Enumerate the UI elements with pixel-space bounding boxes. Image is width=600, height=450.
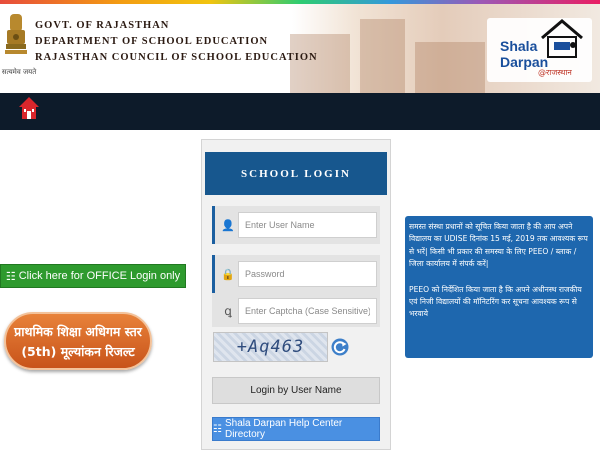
result-line-2: (5th) मूल्यांकन रिजल्ट — [21, 344, 135, 359]
nav-bar — [0, 93, 600, 130]
captcha-input[interactable] — [239, 299, 376, 323]
captcha-field[interactable] — [238, 298, 377, 324]
header-council-line: RAJASTHAN COUNCIL OF SCHOOL EDUCATION — [35, 52, 318, 63]
list-icon: ☷ — [213, 423, 222, 435]
refresh-icon[interactable] — [331, 338, 349, 356]
login-title: SCHOOL LOGIN — [205, 152, 387, 195]
password-accent — [212, 255, 215, 293]
captcha-image: +Aq463 — [213, 332, 328, 362]
lock-icon: 🔒 — [221, 268, 235, 281]
help-center-label: Shala Darpan Help Center Directory — [224, 418, 343, 440]
emblem-caption: सत्यमेव जयते — [1, 68, 37, 76]
password-field[interactable] — [238, 261, 377, 287]
logo-text-sub: @राजस्थान — [538, 68, 572, 77]
list-icon: ☷ — [5, 270, 16, 283]
notice-box: समस्त संस्था प्रधानों को सूचित किया जाता… — [405, 216, 593, 358]
notice-paragraph-udise: समस्त संस्था प्रधानों को सूचित किया जाता… — [409, 222, 588, 269]
login-button[interactable]: Login by User Name — [212, 377, 380, 404]
user-icon: 👤 — [221, 219, 235, 232]
captcha-icon: ꝗ — [224, 304, 232, 318]
username-field[interactable] — [238, 212, 377, 238]
header-department-line: DEPARTMENT OF SCHOOL EDUCATION — [35, 36, 269, 47]
result-line-1: प्राथमिक शिक्षा अधिगम स्तर — [14, 324, 142, 339]
site-header: सत्यमेव जयते GOVT. OF RAJASTHAN DEPARTME… — [0, 4, 600, 93]
username-accent — [212, 206, 215, 244]
house-logo-icon — [541, 19, 583, 58]
office-login-button[interactable]: ☷ Click here for OFFICE Login only — [0, 264, 186, 288]
home-icon[interactable] — [18, 96, 40, 120]
help-center-button[interactable]: ☷ Shala Darpan Help Center Directory — [212, 417, 380, 441]
result-5th-button[interactable]: प्राथमिक शिक्षा अधिगम स्तर (5th) मूल्यां… — [4, 312, 152, 370]
office-login-label: Click here for OFFICE Login only — [18, 270, 181, 282]
username-input[interactable] — [239, 213, 376, 237]
notice-paragraph-peeo: PEEO को निर्देशित किया जाता है कि अपने अ… — [409, 284, 582, 319]
header-govt-line: GOVT. OF RAJASTHAN — [35, 20, 170, 31]
password-input[interactable] — [239, 262, 376, 286]
logo-text-shala: Shala — [500, 38, 538, 54]
state-emblem-icon — [5, 14, 27, 54]
